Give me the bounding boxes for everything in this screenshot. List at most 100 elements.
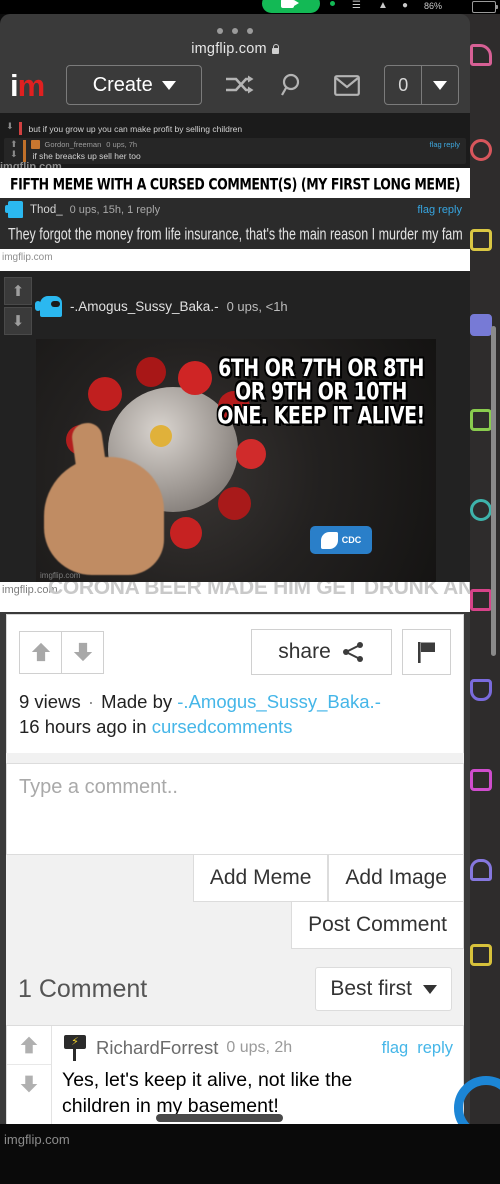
imgflip-navbar: im Create 0	[0, 57, 470, 113]
battery-percent-label: 86%	[424, 1, 443, 11]
bg-icon-blue-doc	[470, 314, 492, 336]
covid-virus-image: 6TH OR 7TH OR 8TH OR 9TH OR 10TH ONE. KE…	[36, 339, 436, 582]
flag-reply-link[interactable]: flag reply	[417, 204, 462, 216]
thread-line	[22, 140, 26, 162]
comment-upvote-button[interactable]	[7, 1026, 51, 1064]
cdc-bird-icon	[320, 531, 338, 549]
comment-author[interactable]: RichardForrest	[96, 1037, 218, 1059]
footer-watermark: imgflip.com	[4, 1132, 70, 1147]
post-downvote-button[interactable]	[62, 630, 104, 674]
comment-text-line2b: my basement!	[156, 1095, 284, 1122]
notifications-control[interactable]: 0	[384, 65, 460, 105]
post-action-row: share	[6, 614, 464, 685]
meme-panel-top: ⬇ but if you grow up you can make profit…	[0, 113, 470, 171]
comments-header: 1 Comment Best first	[6, 949, 464, 1025]
page-scrollbar[interactable]	[491, 326, 496, 656]
meme-covid-post-head: ⬆ ⬇ -.Amogus_Sussy_Baka.- 0 ups, <1h	[0, 273, 470, 339]
amogus-avatar-icon	[35, 295, 62, 317]
post-detail-card: share 9 views · Made by -.Amogus_Sussy_B…	[6, 614, 464, 1130]
bg-icon-green-battery	[470, 409, 492, 431]
meme-big-comment: Thod_ 0 ups, 15h, 1 reply flag reply The…	[0, 195, 470, 249]
notifications-dropdown-button[interactable]	[421, 66, 458, 104]
comment-item: ⚡ RichardForrest 0 ups, 2h flag reply Ye…	[6, 1025, 464, 1130]
flag-reply-link[interactable]: flag reply	[430, 140, 460, 149]
bg-icon-purple-shield	[470, 679, 492, 701]
mini-comment-meta: 0 ups, 7h	[106, 140, 138, 149]
comment-sort-button[interactable]: Best first	[315, 967, 452, 1011]
covid-overlay-text: 6TH OR 7TH OR 8TH OR 9TH OR 10TH ONE. KE…	[217, 354, 425, 430]
create-button-label: Create	[92, 73, 153, 96]
post-comment-button-row: Post Comment	[6, 902, 464, 949]
share-button-label: share	[278, 640, 331, 663]
signal-icon: ▲	[378, 0, 388, 11]
meme-white-separator: imgflip.com	[0, 249, 470, 271]
search-icon[interactable]	[276, 68, 310, 102]
comment-actions: flag reply	[382, 1039, 453, 1058]
arrow-up-icon: ⬆	[11, 282, 25, 300]
share-button[interactable]: share	[251, 629, 392, 675]
meme-big-comment-text: They forgot the money from life insuranc…	[8, 224, 462, 244]
add-meme-button[interactable]: Add Meme	[192, 855, 329, 902]
post-right-actions: share	[251, 629, 451, 675]
arrow-down-icon: ⬇	[10, 149, 18, 159]
post-stream-link[interactable]: cursedcomments	[152, 716, 293, 737]
imgflip-logo[interactable]: im	[10, 67, 46, 103]
comment-body: ⚡ RichardForrest 0 ups, 2h flag reply Ye…	[52, 1026, 463, 1129]
comment-flag-link[interactable]: flag	[382, 1039, 409, 1058]
share-icon	[342, 642, 363, 662]
bg-icon-yellow-lock	[470, 944, 492, 966]
bolt-glyph: ⚡	[71, 1035, 79, 1048]
more-dots-icon[interactable]	[0, 14, 470, 34]
bg-icon-pink-2	[470, 589, 492, 611]
comment-meta: 0 ups, 2h	[226, 1039, 293, 1056]
meme-panel-covid: ⬆ ⬇ -.Amogus_Sussy_Baka.- 0 ups, <1h 6TH…	[0, 271, 470, 612]
add-image-button[interactable]: Add Image	[328, 855, 464, 902]
mini-comment-text: if she breacks up sell her too	[32, 151, 141, 161]
post-author-link[interactable]: -.Amogus_Sussy_Baka.-	[177, 691, 381, 712]
mini-comment-user: Gordon_freeman	[44, 140, 102, 149]
meme-big-comment-user: Thod_	[30, 203, 63, 216]
meme-vote-column: ⬆ ⬇	[4, 277, 32, 335]
hand-holding-virus	[44, 457, 164, 575]
logo-letter-m: m	[17, 67, 46, 103]
flag-button[interactable]	[402, 629, 451, 675]
comment-count-label: 1 Comment	[18, 974, 148, 1003]
meme-title-text: FIFTH MEME WITH A CURSED COMMENT(S) (MY …	[0, 168, 470, 198]
avatar	[30, 140, 40, 149]
bg-icon-yellow-note	[470, 229, 492, 251]
upvote-button[interactable]: ⬆	[4, 277, 32, 305]
shuffle-icon[interactable]	[222, 68, 256, 102]
post-upvote-button[interactable]	[19, 630, 62, 674]
comment-vote-column	[7, 1026, 52, 1129]
avatar-post	[73, 1048, 76, 1061]
comment-downvote-button[interactable]	[7, 1064, 51, 1103]
chevron-down-icon	[433, 80, 448, 90]
mini-comment-body: but if you grow up you can make profit b…	[27, 122, 464, 135]
bg-icon-violet-question	[470, 859, 492, 881]
downvote-button[interactable]: ⬇	[4, 307, 32, 335]
meme-mini-comment-2: ⬆ ⬇ Gordon_freeman 0 ups, 7h flag reply …	[4, 138, 466, 164]
meme-bottom-caption-band: imgflip.com CORONA BEER MADE HIM GET DRU…	[0, 582, 470, 612]
create-button[interactable]: Create	[66, 65, 203, 105]
sign-bolt-avatar-icon: ⚡	[62, 1035, 88, 1061]
meme-image[interactable]: ⬇ but if you grow up you can make profit…	[0, 113, 470, 612]
comment-input[interactable]: Type a comment..	[6, 763, 464, 855]
meme-bottom-caption: CORONA BEER MADE HIM GET DRUNK AND COVID…	[48, 582, 470, 599]
battery-icon	[472, 1, 498, 13]
comment-reply-link[interactable]: reply	[417, 1039, 453, 1058]
comment-attach-button-row: Add Meme Add Image	[6, 855, 464, 902]
bg-icon-pink-1	[470, 44, 492, 66]
meme-big-comment-meta: 0 ups, 15h, 1 reply	[69, 203, 161, 216]
comment-head: ⚡ RichardForrest 0 ups, 2h flag reply	[62, 1035, 453, 1061]
meme-covid-post-user: -.Amogus_Sussy_Baka.-	[70, 298, 219, 314]
mini-comment-text: but if you grow up you can make profit b…	[28, 124, 243, 134]
comment-sort-label: Best first	[330, 977, 412, 1000]
post-comment-button[interactable]: Post Comment	[291, 902, 464, 949]
envelope-icon[interactable]	[330, 68, 364, 102]
address-bar[interactable]: imgflip.com	[0, 34, 470, 57]
footer-watermark-bar: imgflip.com	[0, 1124, 500, 1184]
arrow-down-icon: ⬇	[11, 312, 25, 330]
bg-icon-teal-gear	[470, 499, 492, 521]
post-vote-group	[19, 630, 104, 674]
camera-icon	[281, 0, 299, 8]
